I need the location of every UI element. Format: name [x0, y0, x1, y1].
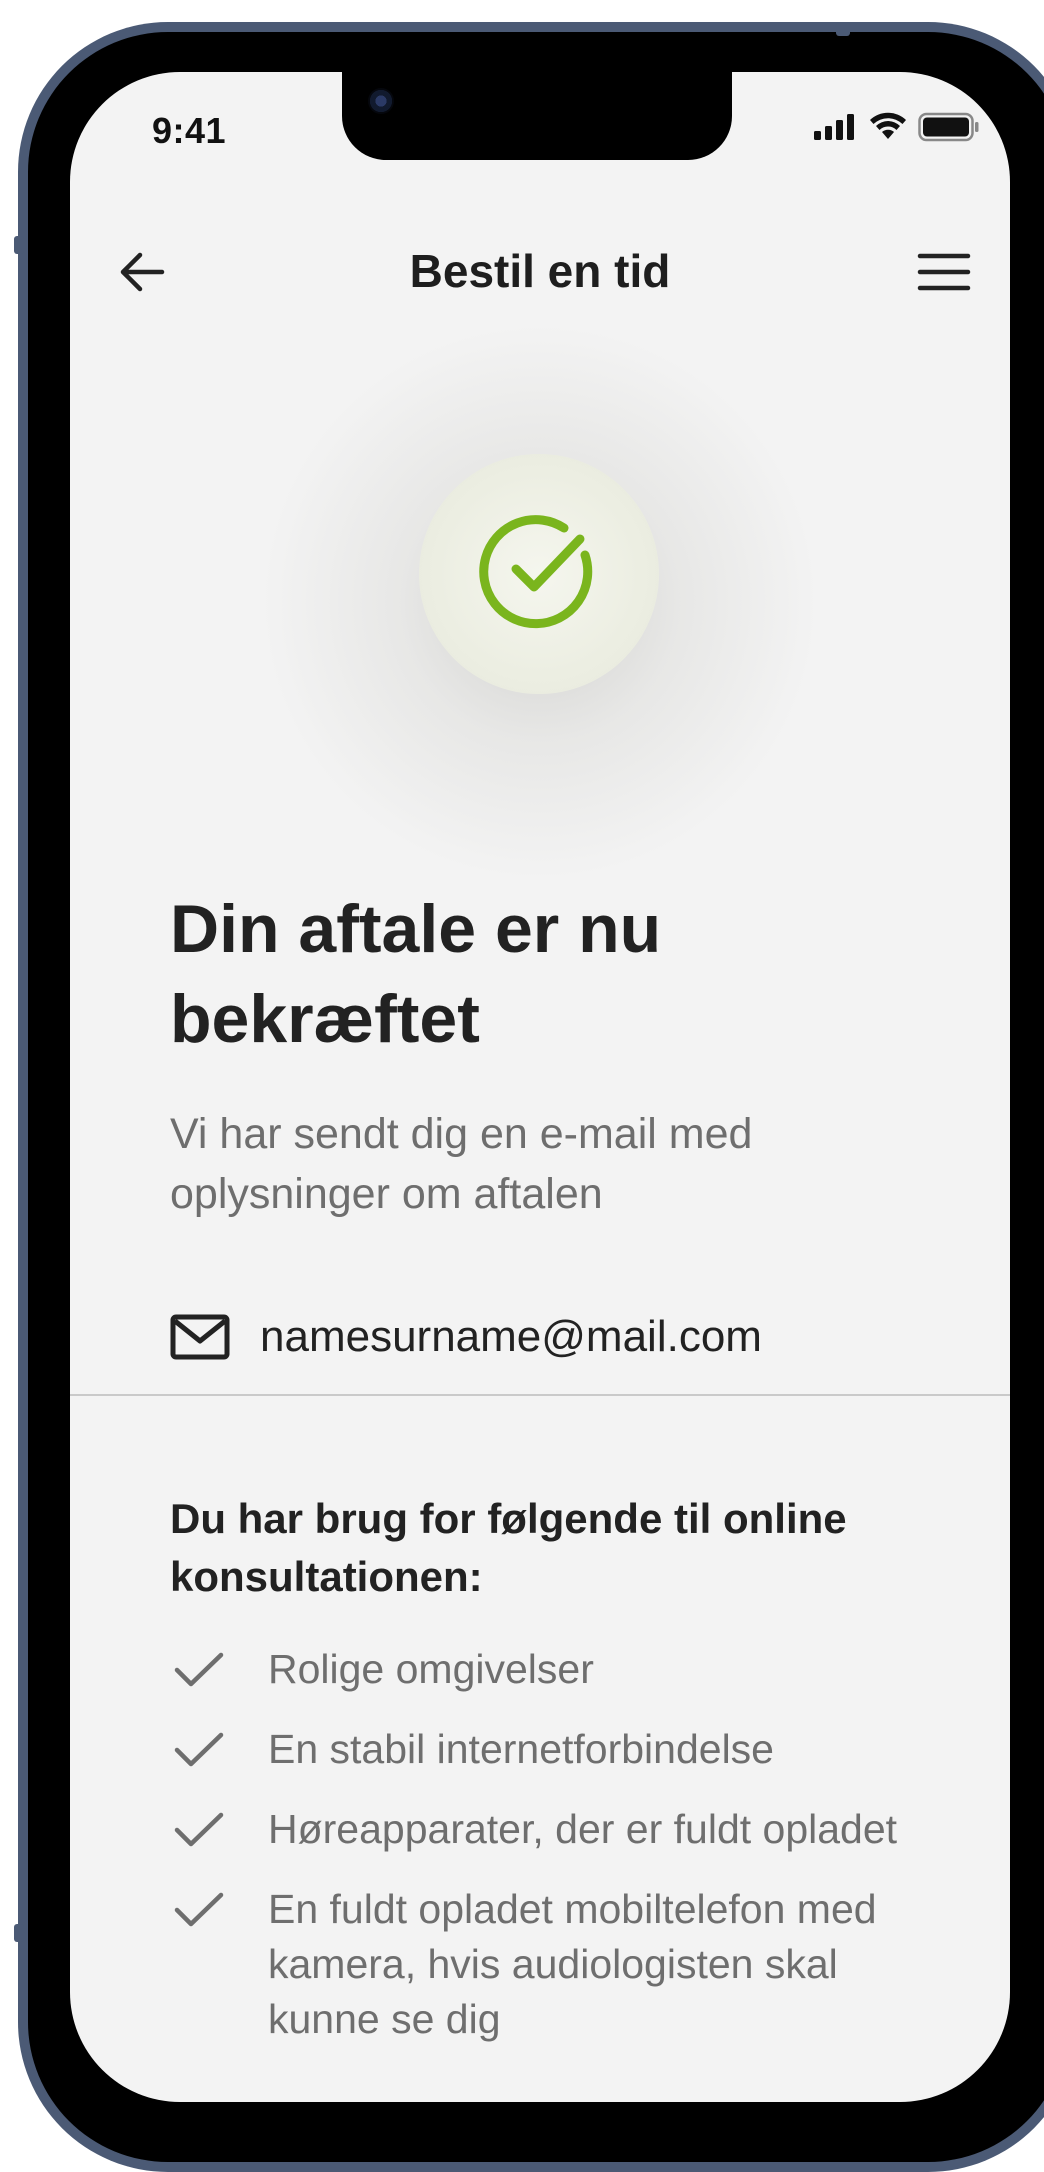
checkmark-icon: [170, 1722, 228, 1777]
success-badge: [419, 454, 659, 694]
list-item: Rolige omgivelser: [170, 1642, 950, 1697]
list-item-label: Høreapparater, der er fuldt opladet: [268, 1806, 898, 1852]
requirements-list: Rolige omgivelser En stabil internetforb…: [170, 1642, 950, 2072]
battery-icon: [918, 112, 979, 142]
front-camera: [368, 88, 394, 114]
menu-button[interactable]: [914, 244, 974, 300]
checkmark-icon: [170, 1642, 228, 1697]
hamburger-menu-icon: [917, 253, 971, 291]
side-button: [14, 1924, 24, 1942]
list-item: En fuldt opladet mobiltelefon med kamera…: [170, 1882, 950, 2047]
phone-screen: 9:41 Bestil en tid Din aftale er nu bekr…: [70, 72, 1010, 2102]
checkmark-icon: [170, 1802, 228, 1857]
email-address: namesurname@mail.com: [260, 1312, 762, 1361]
list-item-label: En stabil internetforbindelse: [268, 1726, 774, 1772]
section-divider: [70, 1394, 1010, 1396]
list-item: Høreapparater, der er fuldt opladet: [170, 1802, 950, 1857]
email-row: namesurname@mail.com: [170, 1302, 762, 1372]
wifi-icon: [870, 112, 906, 139]
status-time: 9:41: [152, 110, 227, 151]
notch: [342, 72, 732, 160]
checkmark-icon: [170, 1882, 228, 1937]
list-item: En stabil internetforbindelse: [170, 1722, 950, 1777]
confirmation-title: Din aftale er nu bekræftet: [170, 891, 662, 1057]
requirements-heading: Du har brug for følgende til online kons…: [170, 1495, 847, 1600]
cellular-signal-icon: [814, 114, 854, 140]
check-circle-icon: [479, 515, 593, 629]
side-button: [14, 236, 24, 254]
confirmation-subtitle: Vi har sendt dig en e-mail med oplysning…: [170, 1110, 753, 1218]
list-item-label: En fuldt opladet mobiltelefon med kamera…: [268, 1886, 877, 2042]
list-item-label: Rolige omgivelser: [268, 1646, 594, 1692]
status-icons: [812, 112, 980, 142]
page-title: Bestil en tid: [409, 245, 671, 297]
top-button: [836, 22, 850, 36]
envelope-icon: [170, 1314, 230, 1360]
top-header: Bestil en tid: [70, 232, 1010, 312]
